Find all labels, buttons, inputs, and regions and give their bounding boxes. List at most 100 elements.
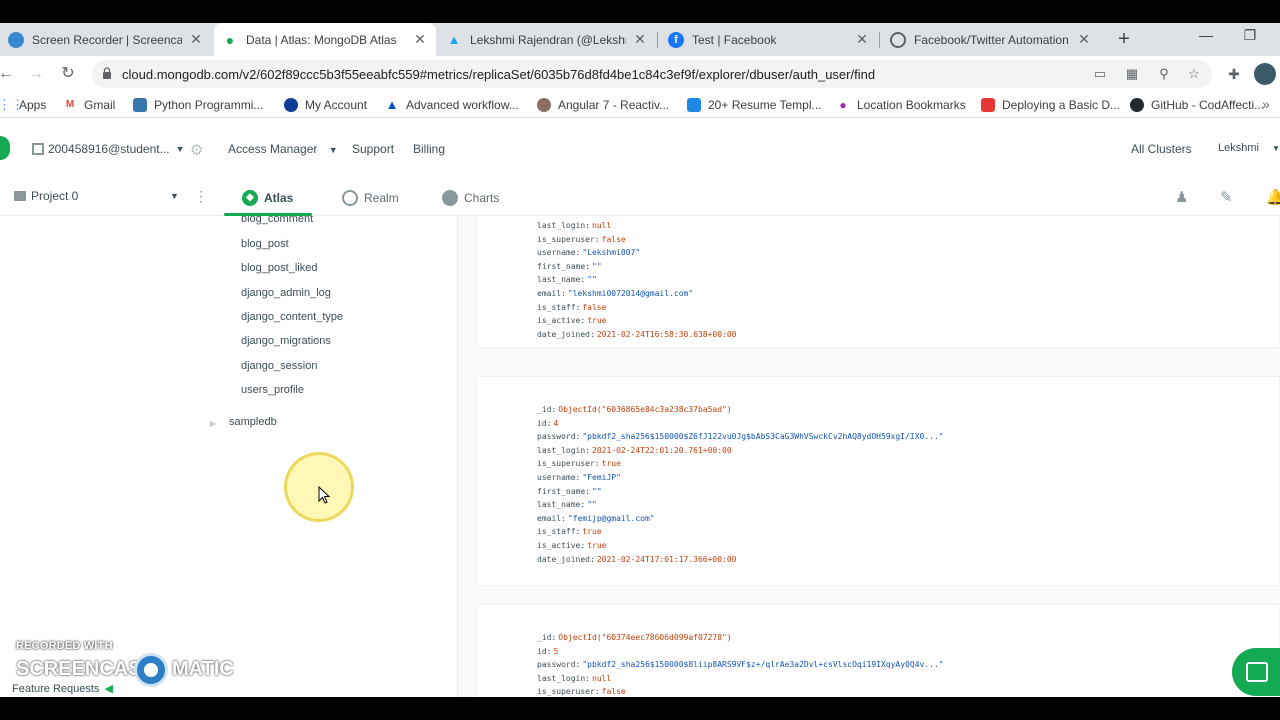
collection-item[interactable]: django_content_type: [241, 311, 343, 323]
field-value: 2021-02-24T17:01:17.366+00:00: [596, 554, 737, 564]
tab-atlas-data[interactable]: ● Data | Atlas: MongoDB Atlas ✕: [214, 23, 436, 56]
bookmark-label: Location Bookmarks: [857, 98, 966, 112]
document-card[interactable]: last_login: null is_superuser: false usernam…: [476, 216, 1280, 348]
new-tab-plus-icon[interactable]: +: [1112, 27, 1136, 51]
restore-window-icon[interactable]: ❐: [1238, 27, 1262, 44]
tab-realm[interactable]: Realm: [342, 187, 399, 209]
billing-link[interactable]: Billing: [413, 142, 445, 156]
bookmark-my-account[interactable]: My Account: [284, 97, 367, 113]
field-key: is_staff: [537, 527, 576, 537]
minimize-window-icon[interactable]: —: [1194, 27, 1218, 43]
field-key: _id: [537, 405, 552, 414]
project-caret-down-icon[interactable]: ▼: [170, 191, 179, 201]
namespace-sidebar: blog_comment blog_post blog_post_liked d…: [0, 216, 458, 697]
document-field: is_staff: true: [537, 527, 602, 536]
bookmark-location[interactable]: ● Location Bookmarks: [836, 97, 966, 113]
field-value: "Lekshmi007": [582, 248, 641, 258]
project-name: Project 0: [31, 189, 79, 203]
tab-facebook-test[interactable]: f Test | Facebook ✕: [660, 23, 878, 56]
url-text: cloud.mongodb.com/v2/602f89ccc5b3f55eeab…: [122, 67, 876, 82]
field-separator: :: [585, 261, 590, 271]
org-selector[interactable]: 200458916@student... ▼: [32, 142, 185, 156]
python-icon: [133, 98, 147, 112]
field-separator: :: [575, 432, 581, 442]
bookmark-python[interactable]: Python Programmi...: [133, 97, 263, 113]
document-field: last_login: null: [537, 221, 611, 230]
close-tab-icon[interactable]: ✕: [1076, 31, 1092, 48]
cast-icon[interactable]: ▭: [1092, 66, 1108, 82]
back-arrow-icon[interactable]: ←: [0, 64, 16, 84]
more-bookmarks-chevron-icon[interactable]: »: [1262, 96, 1270, 112]
access-manager-menu[interactable]: Access Manager ▼: [228, 142, 338, 156]
close-tab-icon[interactable]: ✕: [188, 31, 204, 48]
collection-item[interactable]: users_profile: [241, 384, 304, 396]
field-value: null: [592, 221, 612, 230]
screencast-favicon-icon: [8, 31, 24, 48]
activity-feed-icon[interactable]: ✎: [1220, 188, 1233, 206]
field-key: first_name: [537, 486, 586, 496]
bookmark-angular[interactable]: Angular 7 - Reactiv...: [537, 97, 669, 113]
caret-down-icon: ▼: [328, 145, 338, 155]
field-separator: :: [575, 302, 581, 312]
bookmark-github[interactable]: GitHub - CodAffecti...: [1130, 97, 1264, 113]
collection-item[interactable]: blog_post_liked: [241, 262, 317, 274]
close-tab-icon[interactable]: ✕: [854, 31, 870, 48]
notification-bell-icon[interactable]: 🔔: [1266, 188, 1280, 206]
field-key: last_login: [537, 445, 586, 455]
field-separator: :: [589, 329, 595, 339]
expand-caret-icon[interactable]: ▶: [210, 419, 216, 428]
user-menu[interactable]: Lekshmi ▼: [1218, 142, 1280, 154]
document-field: is_active: true: [537, 316, 606, 325]
bookmark-resume[interactable]: 20+ Resume Templ...: [687, 97, 822, 113]
close-tab-icon[interactable]: ✕: [632, 31, 648, 48]
document-field: _id: ObjectId("60374eec78606d099af07278"): [537, 633, 732, 642]
bookmark-gmail[interactable]: M Gmail: [63, 97, 115, 113]
feature-requests-link[interactable]: Feature Requests ◀: [12, 682, 113, 696]
field-key: _id: [537, 633, 552, 642]
tab-screen-recorder[interactable]: Screen Recorder | Screencast-O ✕: [0, 23, 212, 56]
extensions-puzzle-icon[interactable]: ✚: [1224, 64, 1244, 84]
bookmark-advanced-workflow[interactable]: ▲ Advanced workflow...: [385, 97, 519, 113]
document-field: last_name: "": [537, 500, 597, 509]
database-item[interactable]: sampledb: [229, 416, 277, 428]
document-field: username: "FemiJP": [537, 473, 621, 482]
resume-icon: [687, 98, 701, 112]
bookmark-deploying[interactable]: Deploying a Basic D...: [981, 97, 1120, 113]
tab-charts[interactable]: Charts: [442, 187, 499, 209]
bookmark-star-icon[interactable]: ☆: [1186, 66, 1202, 82]
folder-icon: [14, 191, 26, 201]
address-bar[interactable]: cloud.mongodb.com/v2/602f89ccc5b3f55eeab…: [92, 60, 1212, 88]
browser-tab-strip: Screen Recorder | Screencast-O ✕ ● Data …: [0, 23, 1280, 56]
org-settings-gear-icon[interactable]: ⚙: [190, 141, 203, 159]
jio-icon: [284, 98, 298, 112]
support-chat-icon[interactable]: [1232, 648, 1280, 696]
document-card[interactable]: _id: ObjectId("60374eec78606d099af07278")…: [476, 604, 1280, 697]
tab-atlas[interactable]: ◆ Atlas: [242, 187, 293, 209]
bookmark-apps[interactable]: ⋮⋮ Apps: [0, 97, 46, 113]
atlas-page: 200458916@student... ▼ ⚙ Access Manager …: [0, 118, 1280, 697]
collection-item[interactable]: django_migrations: [241, 335, 331, 347]
mongodb-logo-icon[interactable]: [0, 136, 10, 160]
field-separator: :: [551, 633, 557, 642]
zoom-icon[interactable]: ⚲: [1156, 66, 1172, 82]
field-key: is_staff: [537, 302, 576, 312]
project-more-vertical-icon[interactable]: ⋮: [194, 188, 208, 205]
document-card[interactable]: _id: ObjectId("6036865e84c3a238c37ba5ad")…: [476, 376, 1280, 586]
qr-code-icon[interactable]: ▦: [1124, 66, 1140, 82]
all-clusters-link[interactable]: All Clusters: [1131, 142, 1192, 156]
collection-item[interactable]: blog_post: [241, 238, 289, 250]
support-link[interactable]: Support: [352, 142, 394, 156]
collection-item[interactable]: django_admin_log: [241, 287, 331, 299]
collection-item[interactable]: django_session: [241, 360, 317, 372]
forward-arrow-icon[interactable]: →: [26, 64, 46, 84]
project-selector[interactable]: Project 0: [14, 189, 78, 203]
invite-user-icon[interactable]: ♟: [1175, 188, 1188, 206]
bookmark-label: Apps: [19, 98, 47, 112]
tab-twitter[interactable]: ▲ Lekshmi Rajendran (@Lekshmi ✕: [438, 23, 656, 56]
tab-automation[interactable]: Facebook/Twitter Automation ✕: [882, 23, 1100, 56]
collection-item[interactable]: blog_comment: [241, 216, 313, 225]
close-tab-icon[interactable]: ✕: [412, 31, 428, 48]
tab-title: Facebook/Twitter Automation: [914, 32, 1069, 47]
reload-icon[interactable]: ↻: [58, 64, 78, 84]
profile-avatar[interactable]: [1254, 63, 1276, 85]
